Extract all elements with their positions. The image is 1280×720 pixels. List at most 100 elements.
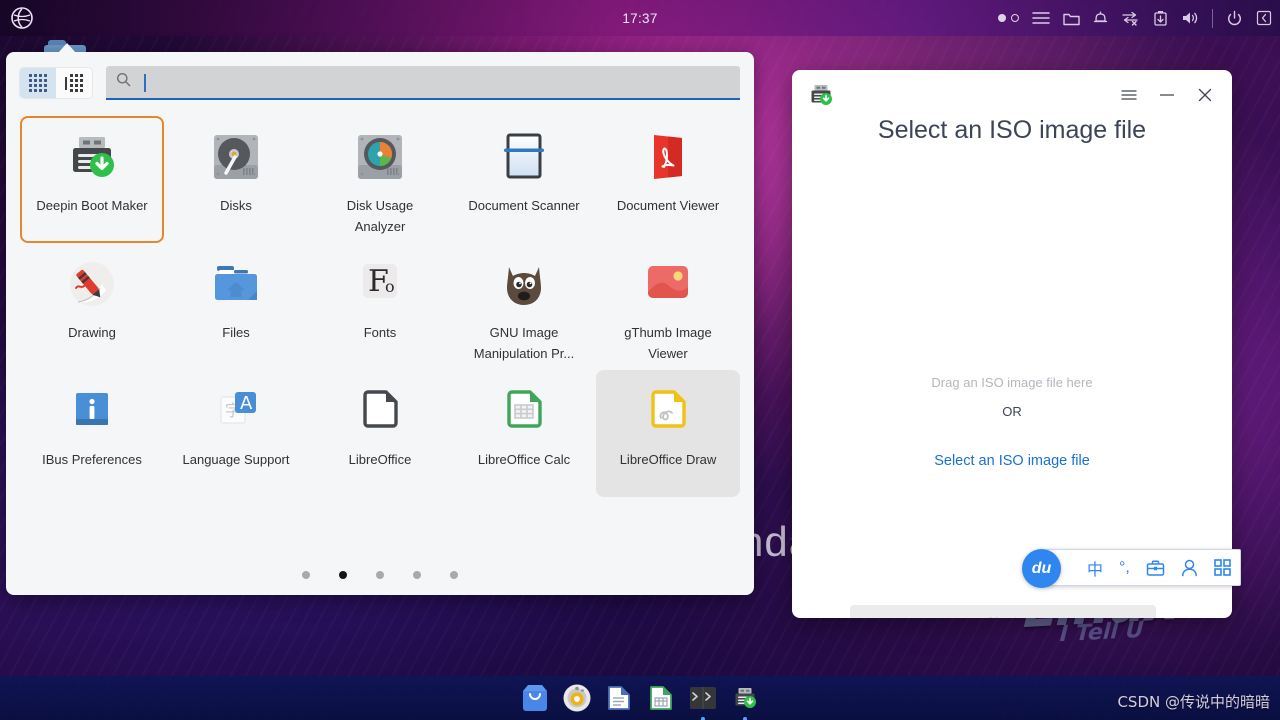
app-label: gThumb Image Viewer [624, 325, 712, 361]
svg-text:A: A [240, 393, 253, 414]
baidu-ime-logo-icon[interactable]: du [1022, 549, 1061, 588]
app-item-libreoffice-calc[interactable]: LibreOffice Calc [452, 370, 596, 497]
workspace-indicator[interactable] [998, 14, 1019, 22]
page-dot-1[interactable] [302, 571, 310, 579]
power-icon[interactable] [1226, 10, 1243, 27]
search-field[interactable] [106, 66, 740, 100]
launcher-toolbar [6, 52, 754, 110]
app-item-ibus-preferences[interactable]: IBus Preferences [20, 370, 164, 497]
fonts-icon: F o [349, 253, 411, 315]
hard-disk-icon [205, 126, 267, 188]
svg-text:o: o [385, 277, 395, 296]
user-icon[interactable] [1181, 559, 1198, 577]
app-label: Deepin Boot Maker [36, 198, 148, 213]
app-label: Fonts [363, 325, 397, 340]
app-item-libreoffice[interactable]: LibreOffice [308, 370, 452, 497]
launcher-page-indicator [6, 571, 754, 579]
app-item-document-scanner[interactable]: Document Scanner [452, 116, 596, 243]
page-dot-2[interactable] [339, 571, 347, 579]
usb-boot-maker-icon [806, 80, 836, 110]
dock-libreoffice-calc[interactable] [646, 683, 676, 713]
app-item-language-support[interactable]: 字 A Language Support [164, 370, 308, 497]
app-label: Disks [220, 198, 252, 213]
window-body: Drag an ISO image file here OR Select an… [792, 145, 1232, 618]
app-item-deepin-boot-maker[interactable]: Deepin Boot Maker [20, 116, 164, 243]
taskbar-dock [0, 676, 1280, 720]
page-dot-4[interactable] [413, 571, 421, 579]
app-grid-icon[interactable] [1214, 559, 1231, 576]
app-item-drawing[interactable]: Drawing [20, 243, 164, 370]
baidu-ime-bar: du 中 °, [1022, 549, 1241, 588]
app-item-files[interactable]: Files [164, 243, 308, 370]
scanner-icon [493, 126, 555, 188]
page-dot-3[interactable] [376, 571, 384, 579]
window-close-button[interactable] [1186, 80, 1224, 110]
system-tray [998, 8, 1280, 28]
photo-image-icon [637, 253, 699, 315]
disk-usage-pie-icon [349, 126, 411, 188]
folder-icon[interactable] [1063, 11, 1080, 26]
app-label: Document Viewer [616, 198, 720, 213]
hamburger-menu-icon[interactable] [1032, 11, 1050, 25]
pdf-document-icon [637, 126, 699, 188]
app-item-gthumb[interactable]: gThumb Image Viewer [596, 243, 740, 370]
app-item-disk-usage-analyzer[interactable]: Disk Usage Analyzer [308, 116, 452, 243]
app-label: Files [222, 325, 250, 340]
window-minimize-button[interactable] [1148, 80, 1186, 110]
usb-boot-maker-icon [61, 126, 123, 188]
search-icon [116, 72, 131, 92]
drop-hint-text: Drag an ISO image file here [931, 375, 1093, 390]
category-view-toggle[interactable] [56, 68, 92, 98]
app-label: LibreOffice Calc [477, 452, 571, 467]
screenshot-watermark: CSDN @传说中的暗暗 [1117, 693, 1270, 711]
app-label: Language Support [182, 452, 290, 467]
network-disconnected-icon[interactable] [1121, 10, 1140, 26]
app-item-gimp[interactable]: GNU Image Manipulation Pr... [452, 243, 596, 370]
app-item-fonts[interactable]: F o Fonts [308, 243, 452, 370]
next-button[interactable]: Next [850, 605, 1156, 618]
or-separator-text: OR [1002, 404, 1022, 419]
app-item-document-viewer[interactable]: Document Viewer [596, 116, 740, 243]
window-controls [1110, 80, 1224, 110]
toolbox-icon[interactable] [1146, 559, 1165, 577]
app-item-libreoffice-draw[interactable]: LibreOffice Draw [596, 370, 740, 497]
ibus-info-icon [61, 380, 123, 442]
gimp-wilber-icon [493, 253, 555, 315]
app-label: Disk Usage Analyzer [346, 198, 414, 234]
app-label: Document Scanner [468, 198, 580, 213]
window-titlebar [792, 70, 1232, 120]
dock-terminal[interactable] [688, 683, 718, 720]
page-dot-5[interactable] [450, 571, 458, 579]
collapse-tray-icon[interactable] [1256, 10, 1272, 26]
application-grid: Deepin Boot Maker Disks Disk Usage Analy… [6, 110, 754, 497]
app-label: LibreOffice [348, 452, 412, 467]
app-item-disks[interactable]: Disks [164, 116, 308, 243]
grid-view-toggle[interactable] [20, 68, 56, 98]
tray-divider [1212, 8, 1213, 28]
top-panel: 17:37 [0, 0, 1280, 36]
application-launcher: Deepin Boot Maker Disks Disk Usage Analy… [6, 43, 754, 595]
iso-drop-zone[interactable]: Drag an ISO image file here OR Select an… [792, 375, 1232, 469]
chinese-mode-icon[interactable]: 中 [1087, 556, 1103, 580]
dock-music-player[interactable] [562, 683, 592, 713]
select-iso-link[interactable]: Select an ISO image file [792, 453, 1232, 469]
libreoffice-draw-icon [637, 380, 699, 442]
search-input[interactable] [139, 66, 730, 98]
dock-deepin-boot-maker[interactable] [730, 683, 760, 720]
app-label: IBus Preferences [42, 452, 142, 467]
punctuation-mode-icon[interactable]: °, [1119, 559, 1130, 577]
bell-icon[interactable] [1093, 10, 1108, 26]
crayon-drawing-icon [61, 253, 123, 315]
app-label: LibreOffice Draw [619, 452, 717, 467]
deepin-boot-maker-window: Select an ISO image file Drag an ISO ima… [792, 70, 1232, 618]
view-mode-toggle-group [20, 68, 92, 98]
battery-icon[interactable] [1153, 10, 1168, 27]
window-menu-button[interactable] [1110, 80, 1148, 110]
volume-icon[interactable] [1181, 10, 1199, 26]
text-cursor [144, 74, 146, 92]
app-label: Drawing [68, 325, 116, 340]
libreoffice-calc-icon [493, 380, 555, 442]
dock-libreoffice-writer[interactable] [604, 683, 634, 713]
libreoffice-document-icon [349, 380, 411, 442]
dock-app-store[interactable] [520, 683, 550, 713]
